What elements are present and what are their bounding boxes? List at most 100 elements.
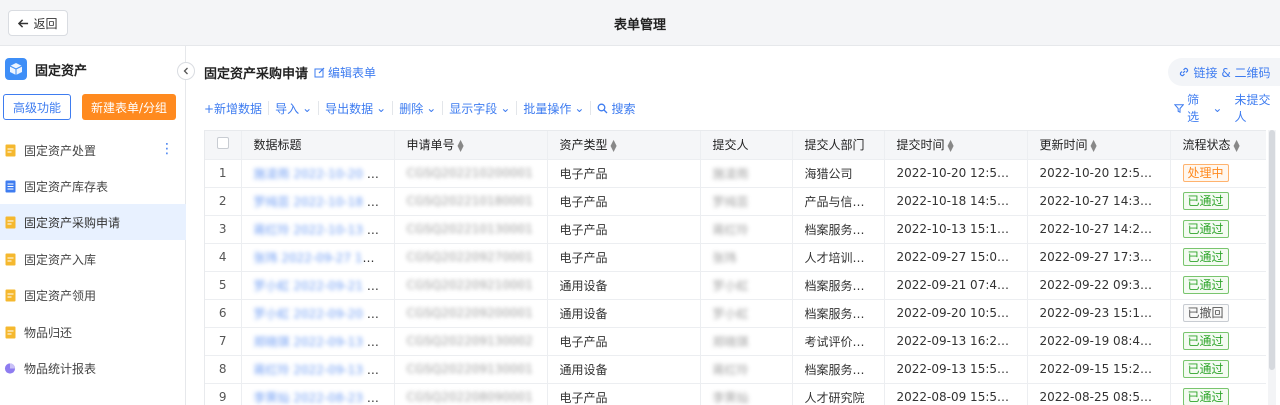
table-row[interactable]: 9 李霁灿 2022-08-23 10:01 CGSQ202208090001 电子产…	[205, 383, 1266, 405]
more-options-icon[interactable]: ⋮	[160, 142, 174, 156]
sidebar: 固定资产 高级功能 新建表单/分组 固定资产处置 ⋮ 固定资产库存表 固定资产采购申请…	[0, 46, 195, 405]
table-row[interactable]: 1 施凌雨 2022-10-20 12:58 CGSQ202210200001 电子产…	[205, 159, 1266, 188]
title-link[interactable]: 蒋红玲 2022-09-13 15:55	[254, 363, 394, 377]
cell-submit-time: 2022-09-20 10:57:35	[884, 299, 1028, 328]
cell-title[interactable]: 罗纯芸 2022-10-18 14:50	[241, 187, 395, 216]
sort-icon[interactable]: ▲ ▼	[458, 138, 464, 152]
submitter-name: 蒋红玲	[712, 362, 749, 377]
cell-asset-type: 电子产品	[547, 243, 701, 272]
title-link[interactable]: 罗纯芸 2022-10-18 14:50	[254, 195, 394, 209]
edit-form-link[interactable]: 编辑表单	[314, 64, 376, 81]
status-badge: 已通过	[1182, 360, 1229, 378]
search-button[interactable]: 搜索	[591, 101, 641, 116]
table-scrollbar[interactable]	[1268, 130, 1276, 405]
sidebar-item[interactable]: 固定资产领用	[0, 277, 186, 313]
title-link[interactable]: 罗小虹 2022-09-20 10:57	[254, 307, 394, 321]
row-number: 3	[205, 215, 242, 244]
batch-ops-label: 批量操作	[523, 101, 572, 116]
row-number: 2	[205, 187, 242, 216]
title-link[interactable]: 张玮 2022-09-27 15:31	[254, 251, 390, 265]
cell-asset-type: 电子产品	[547, 159, 701, 188]
col-title[interactable]: 数据标题	[241, 131, 395, 160]
cell-title[interactable]: 蒋红玲 2022-09-13 15:55	[241, 355, 395, 384]
title-link[interactable]: 蒋红玲 2022-10-13 15:44	[254, 223, 394, 237]
table-row[interactable]: 6 罗小虹 2022-09-20 10:57 CGSQ202209200001 通用设…	[205, 299, 1266, 328]
table-row[interactable]: 3 蒋红玲 2022-10-13 15:44 CGSQ202210130001 电子产…	[205, 215, 1266, 244]
table-row[interactable]: 4 张玮 2022-09-27 15:31 CGSQ202209270001 电子产品…	[205, 243, 1266, 272]
col-status[interactable]: 流程状态 ▲ ▼	[1170, 131, 1266, 160]
cell-status: 已通过	[1170, 355, 1266, 384]
new-form-group-button[interactable]: 新建表单/分组	[82, 94, 176, 120]
sort-icon[interactable]: ▲ ▼	[1091, 138, 1097, 152]
table-row[interactable]: 7 郑晓琪 2022-09-13 17:21 CGSQ202209130002 电子产…	[205, 327, 1266, 356]
sidebar-item[interactable]: 物品归还	[0, 314, 186, 350]
table-header-row: 数据标题 申请单号 ▲ ▼ 资产类型 ▲ ▼ 提交人 提交人部门 提交时间 ▲ ▼ 更新时间…	[205, 131, 1266, 160]
sidebar-item[interactable]: 物品统计报表	[0, 350, 186, 386]
status-badge: 已通过	[1182, 388, 1229, 405]
table-row[interactable]: 8 蒋红玲 2022-09-13 15:55 CGSQ202209130001 通用设…	[205, 355, 1266, 384]
import-dropdown[interactable]: 导入 ⌄	[269, 101, 320, 116]
order-no: CGSQ202210130001	[406, 222, 533, 236]
sidebar-item[interactable]: 固定资产采购申请	[0, 204, 186, 240]
batch-ops-dropdown[interactable]: 批量操作 ⌄	[517, 101, 592, 116]
cell-order-no: CGSQ202209130001	[394, 355, 548, 384]
status-badge: 已通过	[1182, 248, 1229, 266]
cell-submitter: 罗小虹	[700, 299, 793, 328]
cell-status: 已通过	[1170, 243, 1266, 272]
cell-order-no: CGSQ202208090001	[394, 383, 548, 405]
scrollbar-thumb[interactable]	[1269, 130, 1275, 370]
sidebar-item[interactable]: 固定资产处置 ⋮	[0, 132, 186, 168]
submitter-name: 施凌雨	[712, 166, 749, 181]
filter-dropdown[interactable]: 筛选 ⌄	[1174, 91, 1222, 125]
cell-submit-time: 2022-09-13 16:27:25	[884, 327, 1028, 356]
cell-title[interactable]: 罗小虹 2022-09-20 10:57	[241, 299, 395, 328]
row-number: 9	[205, 383, 242, 405]
col-submitter[interactable]: 提交人	[700, 131, 793, 160]
order-no: CGSQ202209130002	[406, 334, 533, 348]
title-link[interactable]: 李霁灿 2022-08-23 10:01	[254, 391, 394, 405]
sort-icon[interactable]: ▲ ▼	[1234, 138, 1240, 152]
top-bar: 返回 表单管理	[0, 0, 1280, 46]
advanced-features-button[interactable]: 高级功能	[3, 94, 71, 120]
cell-order-no: CGSQ202209130002	[394, 327, 548, 356]
sidebar-item-label: 固定资产库存表	[24, 179, 109, 194]
show-fields-dropdown[interactable]: 显示字段 ⌄	[443, 101, 518, 116]
col-update-time[interactable]: 更新时间 ▲ ▼	[1027, 131, 1171, 160]
cell-title[interactable]: 蒋红玲 2022-10-13 15:44	[241, 215, 395, 244]
add-data-button[interactable]: +新增数据	[204, 101, 270, 116]
sort-icon[interactable]: ▲ ▼	[948, 138, 954, 152]
cell-dept: 档案服务中心	[792, 215, 885, 244]
delete-dropdown[interactable]: 删除 ⌄	[393, 101, 444, 116]
link-qrcode-button[interactable]: 链接 & 二维码	[1168, 58, 1280, 86]
unsubmitted-button[interactable]: 未提交人	[1234, 91, 1280, 125]
sort-icon[interactable]: ▲ ▼	[611, 138, 617, 152]
collapse-sidebar-button[interactable]	[177, 62, 195, 80]
col-submit-time[interactable]: 提交时间 ▲ ▼	[884, 131, 1028, 160]
chevron-left-icon	[183, 67, 188, 75]
order-no: CGSQ202209200001	[406, 306, 533, 320]
sidebar-item[interactable]: 固定资产库存表	[0, 168, 186, 204]
cell-title[interactable]: 施凌雨 2022-10-20 12:58	[241, 159, 395, 188]
select-all-checkbox[interactable]	[205, 131, 242, 160]
table-row[interactable]: 5 罗小虹 2022-09-21 07:42 CGSQ202209210001 通用设…	[205, 271, 1266, 300]
order-no: CGSQ202209270001	[406, 250, 533, 264]
cell-title[interactable]: 郑晓琪 2022-09-13 17:21	[241, 327, 395, 356]
delete-label: 删除	[399, 101, 424, 116]
title-link[interactable]: 施凌雨 2022-10-20 12:58	[254, 167, 394, 181]
table-row[interactable]: 2 罗纯芸 2022-10-18 14:50 CGSQ202210180001 电子产…	[205, 187, 1266, 216]
title-link[interactable]: 罗小虹 2022-09-21 07:42	[254, 279, 394, 293]
order-no: CGSQ202209210001	[406, 278, 533, 292]
col-asset-type[interactable]: 资产类型 ▲ ▼	[547, 131, 701, 160]
col-order-no[interactable]: 申请单号 ▲ ▼	[394, 131, 548, 160]
cell-dept: 档案服务中心	[792, 355, 885, 384]
cell-title[interactable]: 李霁灿 2022-08-23 10:01	[241, 383, 395, 405]
cell-submitter: 李霁灿	[700, 383, 793, 405]
col-dept[interactable]: 提交人部门	[792, 131, 885, 160]
title-link[interactable]: 郑晓琪 2022-09-13 17:21	[254, 335, 394, 349]
cell-title[interactable]: 罗小虹 2022-09-21 07:42	[241, 271, 395, 300]
row-number: 5	[205, 271, 242, 300]
cell-submit-time: 2022-09-21 07:42:16	[884, 271, 1028, 300]
cell-title[interactable]: 张玮 2022-09-27 15:31	[241, 243, 395, 272]
export-dropdown[interactable]: 导出数据 ⌄	[319, 101, 394, 116]
sidebar-item[interactable]: 固定资产入库	[0, 241, 186, 277]
